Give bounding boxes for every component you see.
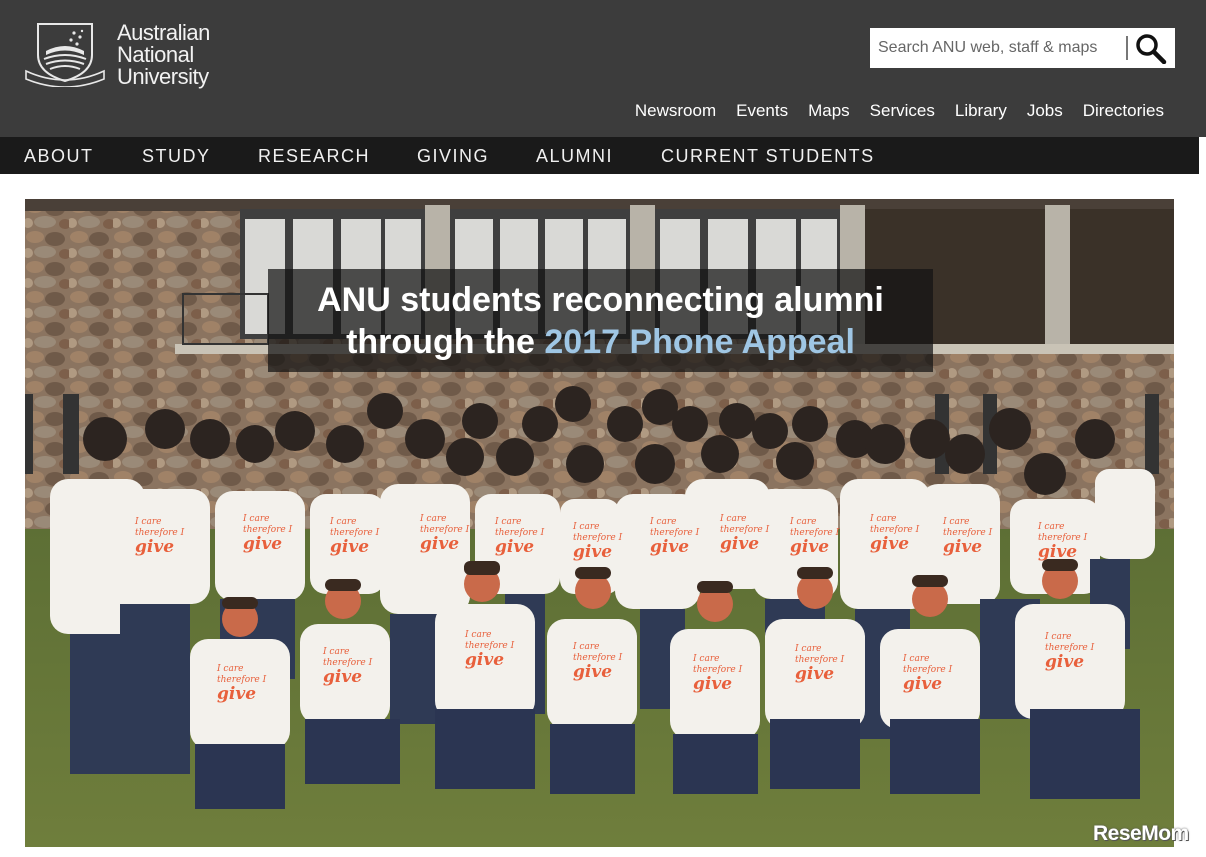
shirt-print-text: I care bbox=[572, 522, 599, 532]
shirt-print-text: give bbox=[1045, 652, 1084, 672]
shirt-print-text: give bbox=[330, 537, 369, 557]
utility-link-events[interactable]: Events bbox=[736, 101, 788, 121]
shirt-print-text: I care bbox=[902, 654, 929, 664]
main-nav-study[interactable]: STUDY bbox=[142, 146, 211, 166]
shirt-print-text: give bbox=[870, 534, 909, 554]
shirt-print-text: I care bbox=[1037, 522, 1064, 532]
shirt-print-text: give bbox=[217, 684, 256, 704]
anu-crest-icon bbox=[25, 23, 105, 87]
utility-link-directories[interactable]: Directories bbox=[1083, 101, 1164, 121]
search-input[interactable] bbox=[870, 28, 1120, 68]
shirt-print-text: give bbox=[135, 537, 174, 557]
shirt-print-text: I care bbox=[692, 654, 719, 664]
shirt-print-text: give bbox=[573, 542, 612, 562]
shirt-print-text: give bbox=[790, 537, 829, 557]
logo-line: Australian bbox=[117, 20, 210, 45]
caption-line-1: ANU students reconnecting alumni bbox=[317, 281, 884, 319]
utility-nav: Newsroom Events Maps Services Library Jo… bbox=[635, 101, 1164, 121]
shirt-print-text: give bbox=[903, 674, 942, 694]
utility-link-maps[interactable]: Maps bbox=[808, 101, 850, 121]
shirt-print-text: give bbox=[573, 662, 612, 682]
search-divider bbox=[1126, 36, 1128, 60]
shirt-print-text: give bbox=[323, 667, 362, 687]
shirt-print-text: I care bbox=[942, 517, 969, 527]
shirt-print-text: I care bbox=[572, 642, 599, 652]
shirt-print-text: I care bbox=[869, 514, 896, 524]
shirt-print-text: give bbox=[465, 650, 504, 670]
shirt-print-text: give bbox=[720, 534, 759, 554]
search-icon[interactable] bbox=[1134, 32, 1168, 64]
shirt-print-text: give bbox=[943, 537, 982, 557]
main-nav-giving[interactable]: GIVING bbox=[417, 146, 489, 166]
main-nav-research[interactable]: RESEARCH bbox=[258, 146, 370, 166]
caption-line-2-prefix: through the bbox=[346, 323, 545, 361]
main-nav-current-students[interactable]: CURRENT STUDENTS bbox=[661, 146, 875, 166]
shirt-print-text: I care bbox=[216, 664, 243, 674]
shirt-print-text: I care bbox=[134, 517, 161, 527]
main-nav-about[interactable]: ABOUT bbox=[24, 146, 94, 166]
main-nav: ABOUT STUDY RESEARCH GIVING ALUMNI CURRE… bbox=[0, 137, 1199, 174]
main-nav-alumni[interactable]: ALUMNI bbox=[536, 146, 613, 166]
shirt-print-text: I care bbox=[789, 517, 816, 527]
shirt-print-text: give bbox=[243, 534, 282, 554]
shirt-print-text: I care bbox=[242, 514, 269, 524]
shirt-print-text: give bbox=[1038, 542, 1077, 562]
caption-line-2: through the 2017 Phone Appeal bbox=[268, 321, 933, 363]
shirt-print-text: I care bbox=[329, 517, 356, 527]
shirt-print-text: I care bbox=[494, 517, 521, 527]
utility-link-jobs[interactable]: Jobs bbox=[1027, 101, 1063, 121]
search-box bbox=[870, 28, 1175, 68]
shirt-print-text: give bbox=[650, 537, 689, 557]
site-header: Australian National University Newsroom … bbox=[0, 0, 1206, 137]
shirt-print-text: give bbox=[795, 664, 834, 684]
shirt-print-text: I care bbox=[649, 517, 676, 527]
logo-line: University bbox=[117, 64, 209, 89]
shirt-print-text: I care bbox=[322, 647, 349, 657]
hero-banner[interactable]: I care therefore Igive I care therefore Igi… bbox=[25, 199, 1174, 847]
shirt-print-text: I care bbox=[1044, 632, 1071, 642]
resemom-watermark: ReseMom bbox=[1093, 822, 1189, 845]
shirt-print-text: give bbox=[693, 674, 732, 694]
logo-wordmark: Australian National University bbox=[117, 22, 210, 88]
shirt-print-text: I care bbox=[419, 514, 446, 524]
utility-link-services[interactable]: Services bbox=[870, 101, 935, 121]
caption-highlight: 2017 Phone Appeal bbox=[544, 323, 855, 361]
logo-line: National bbox=[117, 42, 194, 67]
utility-link-newsroom[interactable]: Newsroom bbox=[635, 101, 716, 121]
shirt-print-text: I care bbox=[794, 644, 821, 654]
shirt-print-text: give bbox=[420, 534, 459, 554]
utility-link-library[interactable]: Library bbox=[955, 101, 1007, 121]
shirt-print-text: give bbox=[495, 537, 534, 557]
shirt-print-text: I care bbox=[464, 630, 491, 640]
hero-caption: ANU students reconnecting alumni through… bbox=[268, 269, 933, 372]
shirt-print-text: I care bbox=[719, 514, 746, 524]
